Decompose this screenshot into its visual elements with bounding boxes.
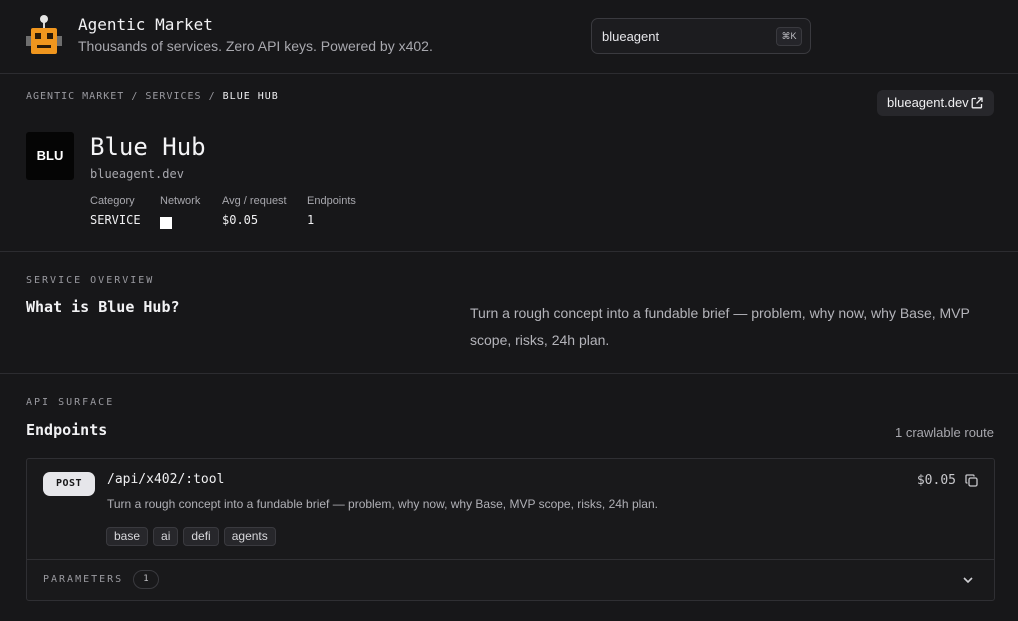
copy-icon[interactable] bbox=[965, 474, 978, 487]
app-header: Agentic Market Thousands of services. Ze… bbox=[0, 0, 1018, 74]
overview-description: Turn a rough concept into a fundable bri… bbox=[470, 305, 970, 348]
endpoint-path: /api/x402/:tool bbox=[107, 472, 225, 487]
overview-kicker: SERVICE OVERVIEW bbox=[26, 275, 155, 286]
category-value: SERVICE bbox=[90, 213, 141, 227]
tag-list: base ai defi agents bbox=[106, 527, 276, 546]
robot-logo-icon bbox=[26, 15, 62, 54]
breadcrumb-link-market[interactable]: AGENTIC MARKET bbox=[26, 91, 124, 102]
tag-base[interactable]: base bbox=[106, 527, 149, 546]
route-count: 1 crawlable route bbox=[895, 425, 994, 440]
keyboard-shortcut-hint: ⌘K bbox=[776, 27, 802, 46]
app-subtitle: Thousands of services. Zero API keys. Po… bbox=[78, 38, 433, 54]
parameters-toggle[interactable]: PARAMETERS 1 bbox=[27, 560, 994, 601]
parameters-count-badge: 1 bbox=[133, 570, 159, 589]
app-title: Agentic Market bbox=[78, 15, 213, 34]
section-divider bbox=[0, 251, 1018, 252]
endpoint-card: POST /api/x402/:tool $0.05 Turn a rough … bbox=[26, 458, 995, 601]
visit-site-button[interactable]: blueagent.dev bbox=[877, 90, 994, 116]
endpoints-value: 1 bbox=[307, 213, 315, 227]
breadcrumb-separator: / bbox=[131, 91, 139, 102]
endpoints-label: Endpoints bbox=[307, 195, 356, 207]
breadcrumb-current: BLUE HUB bbox=[222, 91, 279, 102]
chevron-down-icon bbox=[963, 577, 973, 584]
avg-request-label: Avg / request bbox=[222, 195, 287, 207]
tag-ai[interactable]: ai bbox=[153, 527, 179, 546]
breadcrumb: AGENTIC MARKET / SERVICES / BLUE HUB bbox=[26, 91, 279, 102]
network-icon bbox=[160, 217, 172, 229]
external-link-icon bbox=[971, 97, 983, 109]
overview-heading: What is Blue Hub? bbox=[26, 298, 180, 316]
service-title: Blue Hub bbox=[90, 133, 206, 161]
section-divider bbox=[0, 373, 1018, 374]
avg-request-value: $0.05 bbox=[222, 213, 259, 227]
breadcrumb-link-services[interactable]: SERVICES bbox=[145, 91, 201, 102]
service-avatar: BLU bbox=[26, 132, 74, 180]
visit-site-label: blueagent.dev bbox=[887, 95, 969, 110]
parameters-label: PARAMETERS bbox=[43, 574, 124, 585]
tag-agents[interactable]: agents bbox=[223, 527, 276, 546]
category-label: Category bbox=[90, 195, 135, 207]
endpoints-heading: Endpoints bbox=[26, 421, 108, 439]
breadcrumb-separator: / bbox=[208, 91, 216, 102]
tag-defi[interactable]: defi bbox=[183, 527, 219, 546]
network-label: Network bbox=[160, 195, 201, 207]
service-domain: blueagent.dev bbox=[90, 167, 184, 181]
api-kicker: API SURFACE bbox=[26, 397, 115, 408]
http-method-badge: POST bbox=[43, 472, 95, 496]
endpoint-price: $0.05 bbox=[916, 473, 956, 488]
endpoint-description: Turn a rough concept into a fundable bri… bbox=[107, 497, 658, 511]
